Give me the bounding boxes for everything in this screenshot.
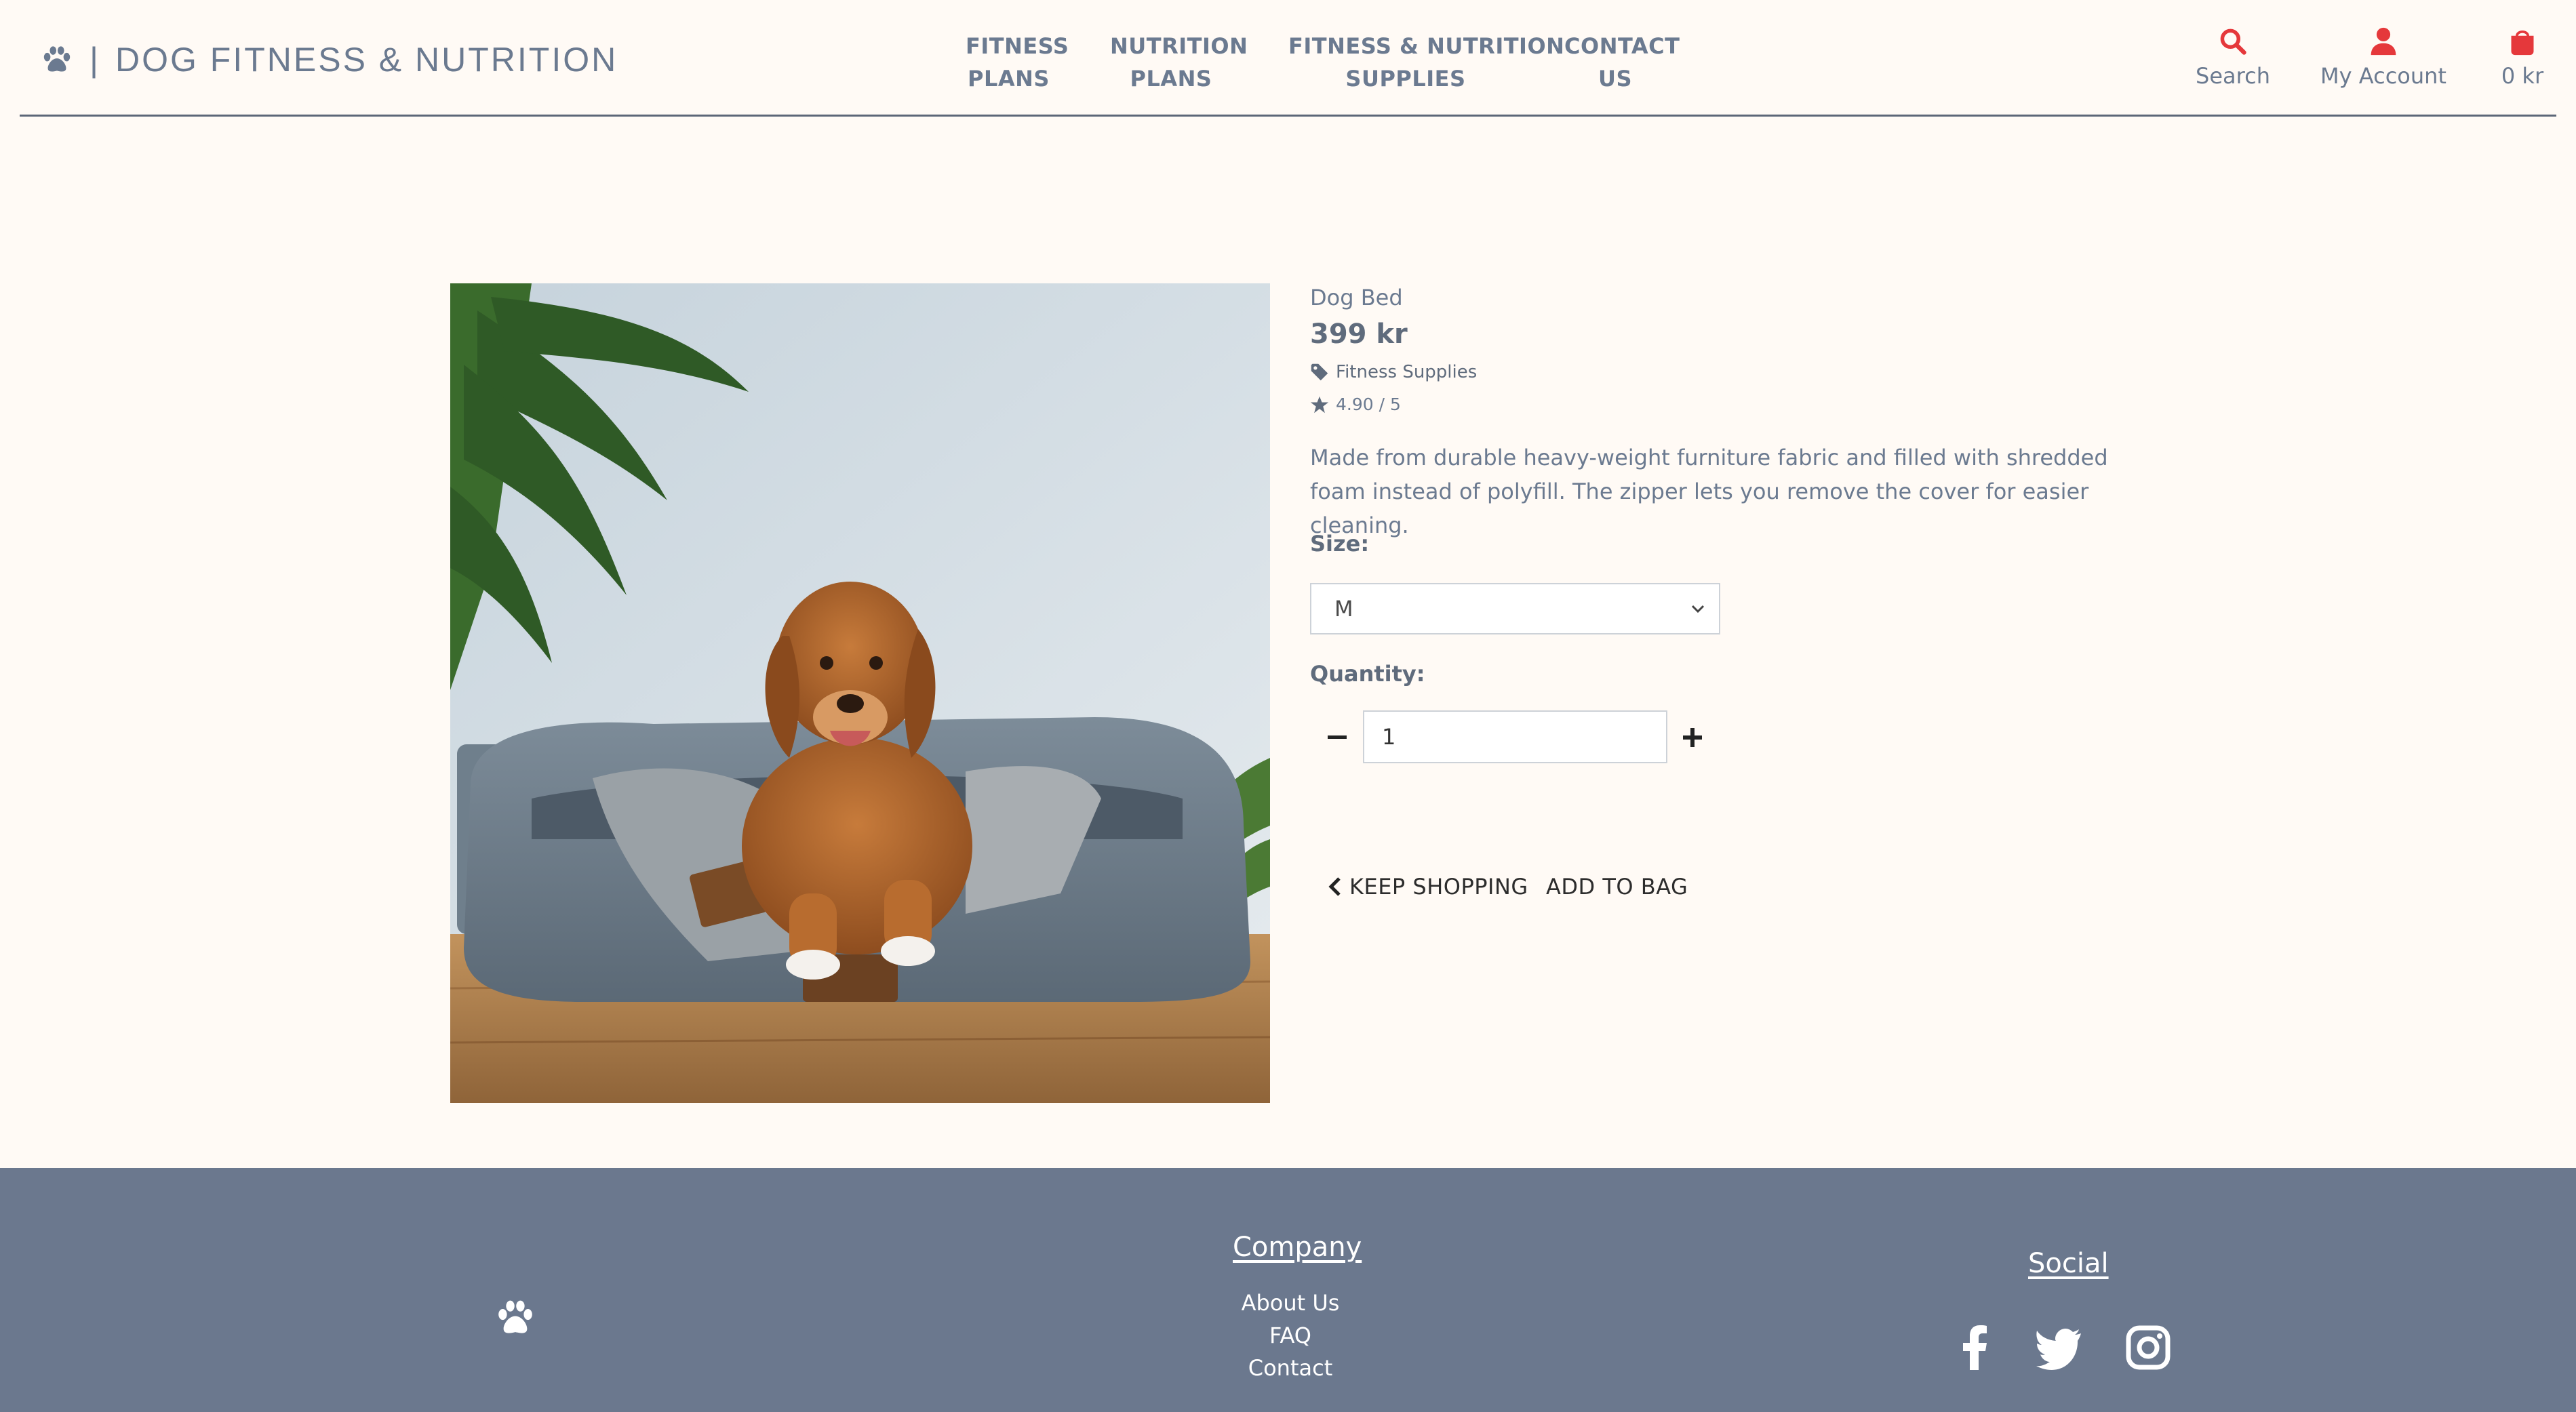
account-label: My Account: [2320, 63, 2446, 89]
company-heading: Company: [1233, 1232, 1362, 1263]
twitter-icon: [2036, 1329, 2081, 1370]
nav-label: PLANS: [1130, 66, 1212, 92]
paw-icon: [43, 46, 71, 72]
tag-icon: [1311, 363, 1328, 381]
quantity-label: Quantity:: [1310, 661, 1425, 687]
size-label: Size:: [1310, 531, 1370, 557]
product-rating: 4.90 / 5: [1310, 395, 1401, 414]
nav-label: FITNESS & NUTRITION: [1288, 33, 1565, 59]
nav-contact-us[interactable]: CONTACT US: [1564, 30, 1680, 95]
brand-name: DOG FITNESS & NUTRITION: [115, 41, 618, 79]
product-price: 399 kr: [1310, 319, 1408, 350]
instagram-icon: [2126, 1325, 2171, 1370]
nav-fitness-nutrition-supplies[interactable]: FITNESS & NUTRITION SUPPLIES: [1288, 30, 1565, 95]
nav-nutrition-plans[interactable]: NUTRITION PLANS: [1110, 30, 1248, 95]
facebook-icon: [1963, 1325, 1987, 1370]
nav-label: CONTACT: [1564, 33, 1680, 59]
nav-label: US: [1598, 66, 1633, 92]
nav-label: NUTRITION: [1110, 33, 1248, 59]
shopping-bag-link[interactable]: 0 kr: [2495, 26, 2550, 94]
chevron-down-icon: [1691, 605, 1705, 613]
search-link[interactable]: Search: [2196, 26, 2270, 94]
size-select[interactable]: M: [1310, 583, 1720, 634]
category-label: Fitness Supplies: [1336, 362, 1478, 382]
search-icon: [2220, 28, 2246, 55]
header-divider: [20, 115, 2556, 117]
add-to-bag-label: ADD TO BAG: [1546, 874, 1688, 900]
footer-link-about-us[interactable]: About Us: [1242, 1290, 1340, 1316]
nav-fitness-plans[interactable]: FITNESS PLANS: [966, 30, 1069, 95]
increment-quantity-button[interactable]: [1672, 713, 1713, 762]
brand-logo[interactable]: | DOG FITNESS & NUTRITION: [41, 39, 618, 80]
instagram-link[interactable]: [2124, 1324, 2172, 1371]
star-icon: [1310, 396, 1329, 413]
keep-shopping-label: KEEP SHOPPING: [1349, 874, 1528, 900]
site-footer: Company About Us FAQ Contact Social: [0, 1168, 2576, 1412]
nav-label: FITNESS: [966, 33, 1069, 59]
chevron-left-icon: [1328, 877, 1341, 896]
twitter-link[interactable]: [2036, 1324, 2084, 1371]
bag-total: 0 kr: [2501, 63, 2544, 89]
decrement-quantity-button[interactable]: [1317, 713, 1358, 762]
site-header: | DOG FITNESS & NUTRITION FITNESS PLANS …: [0, 0, 2576, 117]
footer-link-faq[interactable]: FAQ: [1269, 1323, 1311, 1348]
size-selected-value: M: [1334, 596, 1353, 622]
product-name: Dog Bed: [1310, 285, 1403, 310]
nav-label: PLANS: [968, 66, 1050, 92]
product-category-link[interactable]: Fitness Supplies: [1310, 362, 1477, 382]
paw-icon: [498, 1300, 532, 1333]
my-account-link[interactable]: My Account: [2320, 26, 2446, 94]
plus-icon: [1683, 728, 1702, 747]
social-heading: Social: [2028, 1248, 2109, 1279]
nav-label: SUPPLIES: [1345, 66, 1466, 92]
user-icon: [2371, 27, 2396, 56]
footer-link-contact[interactable]: Contact: [1248, 1355, 1333, 1381]
product-image: [450, 283, 1270, 1103]
search-label: Search: [2196, 63, 2270, 89]
keep-shopping-button[interactable]: KEEP SHOPPING: [1328, 872, 1528, 902]
facebook-link[interactable]: [1951, 1324, 1999, 1371]
add-to-bag-button[interactable]: ADD TO BAG: [1546, 872, 1688, 902]
product-description: Made from durable heavy-weight furniture…: [1310, 445, 2108, 538]
quantity-input[interactable]: 1: [1363, 710, 1667, 763]
brand-divider: |: [90, 41, 100, 79]
shopping-bag-icon: [2511, 30, 2534, 56]
minus-icon: [1328, 735, 1347, 739]
rating-value: 4.90 / 5: [1336, 395, 1401, 414]
